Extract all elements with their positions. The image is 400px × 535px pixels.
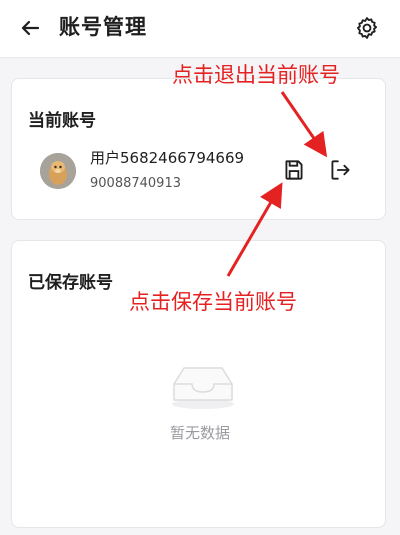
username: 用户5682466794669 xyxy=(90,149,245,167)
back-button[interactable] xyxy=(16,14,44,42)
gear-icon xyxy=(356,17,378,39)
empty-inbox-icon xyxy=(168,362,238,410)
user-id: 90088740913 xyxy=(90,176,181,191)
avatar xyxy=(40,153,76,189)
save-account-button[interactable] xyxy=(281,157,307,183)
arrow-left-icon xyxy=(21,20,40,36)
save-hint-annotation: 点击保存当前账号 xyxy=(129,290,297,314)
logout-arrow-icon xyxy=(331,160,350,180)
settings-button[interactable] xyxy=(354,15,380,41)
logout-hint-annotation: 点击退出当前账号 xyxy=(172,63,340,87)
current-account-title: 当前账号 xyxy=(28,111,96,131)
logout-button[interactable] xyxy=(327,157,353,183)
page-title: 账号管理 xyxy=(59,15,147,39)
floppy-disk-icon xyxy=(285,160,303,180)
saved-accounts-title: 已保存账号 xyxy=(28,273,113,293)
empty-state-text: 暂无数据 xyxy=(169,424,230,442)
top-bar: 账号管理 xyxy=(0,0,400,58)
